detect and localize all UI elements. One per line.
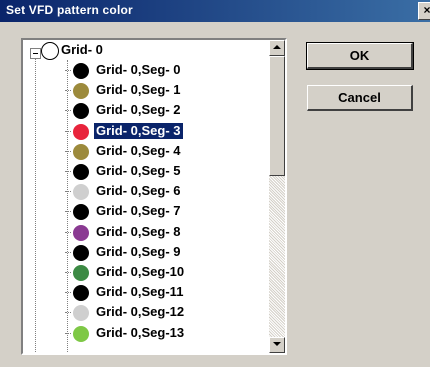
tree-item-label: Grid- 0,Seg- 0 bbox=[96, 62, 181, 77]
dialog-title: Set VFD pattern color bbox=[6, 3, 133, 17]
tree-item-label: Grid- 0,Seg- 1 bbox=[96, 82, 181, 98]
vertical-scrollbar[interactable] bbox=[269, 40, 285, 353]
segment-tree-view[interactable]: Grid- 0 Grid- 0,Seg- 0 Grid- 0,Seg- 1 Grid… bbox=[21, 38, 287, 355]
color-swatch-icon bbox=[73, 285, 89, 302]
color-swatch-icon bbox=[73, 123, 89, 140]
close-button[interactable]: × bbox=[418, 2, 430, 20]
tree-item-label: Grid- 0,Seg- 9 bbox=[96, 243, 181, 259]
color-swatch-icon bbox=[73, 265, 89, 281]
scroll-up-button[interactable] bbox=[269, 40, 285, 56]
tree-branch-line bbox=[65, 231, 71, 233]
tree-branch-line bbox=[65, 211, 71, 213]
color-swatch-icon bbox=[73, 63, 89, 79]
tree-branch-line bbox=[65, 292, 71, 294]
tree-branch-line bbox=[65, 150, 71, 152]
color-swatch-icon bbox=[73, 143, 89, 160]
scroll-thumb[interactable] bbox=[269, 56, 285, 176]
color-swatch-icon bbox=[73, 103, 89, 120]
color-swatch-icon bbox=[73, 305, 89, 322]
scroll-down-button[interactable] bbox=[269, 337, 285, 353]
tree-item-label: Grid- 0,Seg- 5 bbox=[96, 163, 181, 178]
root-color-circle bbox=[41, 42, 59, 60]
arrow-down-icon bbox=[273, 342, 281, 346]
tree-item-label: Grid- 0,Seg- 7 bbox=[96, 203, 181, 219]
color-swatch-icon bbox=[73, 224, 89, 241]
tree-item-label: Grid- 0,Seg- 8 bbox=[96, 223, 181, 239]
tree-item-label: Grid- 0,Seg-12 bbox=[96, 304, 185, 320]
color-swatch-icon bbox=[73, 325, 89, 342]
tree-item-label: Grid- 0,Seg- 4 bbox=[96, 142, 181, 158]
tree-guide-line bbox=[67, 60, 68, 353]
tree-branch-line bbox=[65, 251, 71, 253]
tree-item-label: Grid- 0,Seg-10 bbox=[96, 264, 185, 279]
color-swatch-icon bbox=[73, 184, 89, 201]
color-swatch-icon bbox=[73, 83, 89, 100]
ok-button[interactable]: OK bbox=[306, 42, 414, 70]
arrow-up-icon bbox=[273, 45, 281, 49]
tree-content: Grid- 0 Grid- 0,Seg- 0 Grid- 0,Seg- 1 Grid… bbox=[23, 40, 267, 353]
color-swatch-icon bbox=[73, 244, 89, 261]
tree-branch-line bbox=[65, 171, 71, 172]
tree-item-label: Grid- 0,Seg- 6 bbox=[96, 183, 181, 199]
dialog-window: Set VFD pattern color × Grid- 0 Grid- 0,… bbox=[0, 0, 430, 367]
tree-branch-line bbox=[65, 70, 71, 71]
tree-branch-line bbox=[65, 130, 71, 132]
tree-item-label: Grid- 0,Seg-11 bbox=[96, 284, 184, 300]
title-bar[interactable]: Set VFD pattern color × bbox=[0, 0, 430, 22]
tree-item-label: Grid- 0,Seg- 2 bbox=[96, 102, 181, 118]
tree-item-label: Grid- 0,Seg-13 bbox=[96, 324, 185, 340]
collapse-icon[interactable] bbox=[30, 48, 41, 59]
tree-branch-line bbox=[65, 191, 71, 193]
tree-guide-line bbox=[35, 58, 36, 353]
color-swatch-icon bbox=[73, 164, 89, 180]
tree-branch-line bbox=[65, 332, 71, 334]
tree-branch-line bbox=[65, 312, 71, 314]
tree-branch-line bbox=[65, 90, 71, 92]
tree-branch-line bbox=[65, 110, 71, 112]
tree-root-label[interactable]: Grid- 0 bbox=[61, 42, 103, 57]
color-swatch-icon bbox=[73, 204, 89, 221]
tree-branch-line bbox=[65, 272, 71, 273]
tree-item-label: Grid- 0,Seg- 3 bbox=[93, 121, 184, 140]
cancel-button[interactable]: Cancel bbox=[307, 85, 413, 111]
